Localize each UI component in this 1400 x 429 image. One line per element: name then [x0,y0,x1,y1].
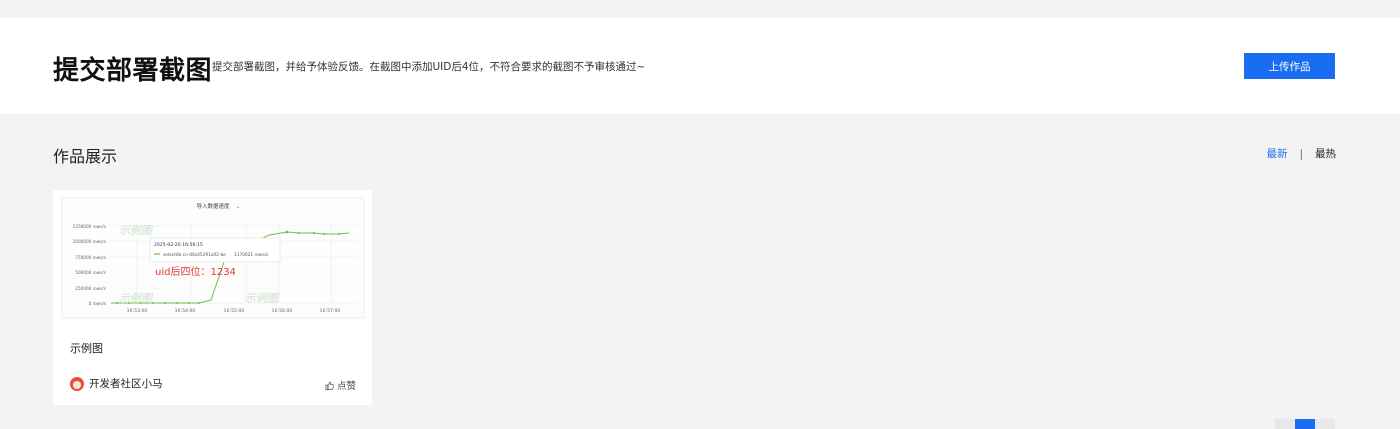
pagination [1275,419,1335,429]
showcase-card[interactable]: 导入数据速度 ⌄ 1250000 rows/s 1000000 rows/s 7… [53,190,372,405]
card-title[interactable]: 示例图 [70,340,103,356]
svg-text:1170021 rows/s: 1170021 rows/s [234,252,269,258]
like-button[interactable]: 点赞 [325,378,356,392]
svg-text:示例图: 示例图 [245,292,280,305]
thumb-chart-title: 导入数据速度 [196,202,230,210]
sort-tab-hottest[interactable]: 最热 [1315,146,1336,161]
x-tick: 16:56:00 [272,308,293,314]
card-thumbnail[interactable]: 导入数据速度 ⌄ 1250000 rows/s 1000000 rows/s 7… [59,190,367,320]
like-label: 点赞 [336,381,356,392]
y-tick: 750000 rows/s [75,255,106,260]
y-tick: 0 rows/s [89,301,106,306]
page-header: 提交部署截图 提交部署截图，并给予体验反馈。在截图中添加UID后4位，不符合要求… [0,18,1400,114]
pagination-prev[interactable] [1275,419,1295,429]
x-tick: 16:54:00 [175,308,196,314]
uid-annotation: uid后四位：1234 [155,265,236,278]
thumbs-up-icon [325,380,334,390]
y-tick: 1000000 rows/s [73,239,106,244]
x-tick: 16:53:00 [127,308,148,314]
svg-text:示例图: 示例图 [119,224,154,237]
y-tick: 1250000 rows/s [73,224,106,229]
pagination-page-current[interactable] [1295,419,1315,429]
sort-separator: | [1299,147,1303,160]
pagination-next[interactable] [1315,419,1335,429]
page-title: 提交部署截图 [53,56,213,86]
y-tick: 500000 rows/s [75,270,106,275]
upload-button[interactable]: 上传作品 [1244,53,1335,79]
thumb-tooltip: 2025-02-20 16:56:15 selectdb-cn-06z45291… [149,237,281,263]
top-strip [0,0,1400,18]
card-author[interactable]: 开发者社区小马 [70,376,163,391]
svg-text:selectdb-cn-06z45291o02-be: selectdb-cn-06z45291o02-be [163,252,226,258]
svg-text:2025-02-20 16:56:15: 2025-02-20 16:56:15 [154,242,203,248]
chevron-down-icon: ⌄ [236,204,240,210]
x-tick: 16:57:00 [320,308,341,314]
page-subtitle: 提交部署截图，并给予体验反馈。在截图中添加UID后4位，不符合要求的截图不予审核… [212,61,646,73]
sort-tabs: 最新 | 最热 [1266,146,1336,161]
author-name[interactable]: 开发者社区小马 [89,376,163,391]
avatar[interactable] [70,376,84,391]
x-tick: 16:55:00 [224,308,245,314]
svg-text:示例图: 示例图 [119,292,154,305]
y-tick: 250000 rows/s [75,286,106,291]
thumbnail-chart: 导入数据速度 ⌄ 1250000 rows/s 1000000 rows/s 7… [59,190,367,320]
section-title: 作品展示 [53,147,118,166]
sort-tab-newest[interactable]: 最新 [1266,146,1287,161]
